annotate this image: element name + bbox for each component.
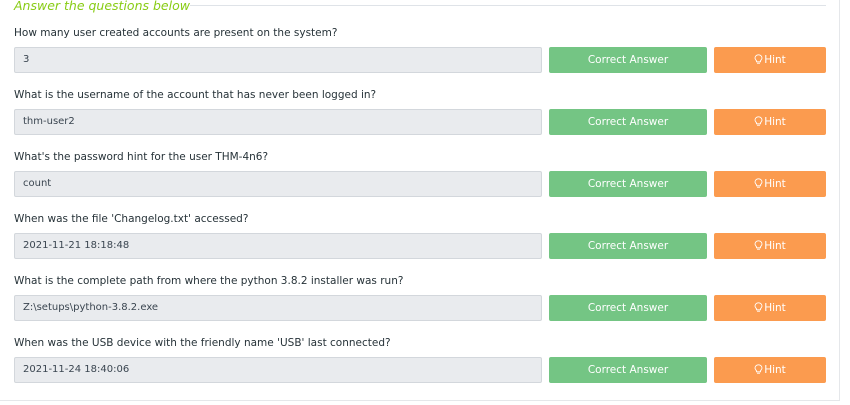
correct-answer-button[interactable]: Correct Answer bbox=[549, 109, 707, 135]
question-text: What is the complete path from where the… bbox=[14, 275, 404, 287]
lightbulb-icon bbox=[754, 178, 763, 188]
hint-button[interactable]: Hint bbox=[714, 171, 826, 197]
answer-field[interactable]: 2021-11-24 18:40:06 bbox=[14, 357, 542, 383]
hint-button[interactable]: Hint bbox=[714, 357, 826, 383]
question-text: When was the file 'Changelog.txt' access… bbox=[14, 213, 249, 225]
question-block: What's the password hint for the user TH… bbox=[14, 149, 826, 197]
question-block: When was the USB device with the friendl… bbox=[14, 335, 826, 383]
question-block: What is the complete path from where the… bbox=[14, 273, 826, 321]
hint-button[interactable]: Hint bbox=[714, 109, 826, 135]
lightbulb-icon bbox=[754, 116, 763, 126]
answer-row: 2021-11-21 18:18:48 Correct Answer Hint bbox=[14, 233, 826, 259]
lightbulb-icon bbox=[754, 54, 763, 64]
answer-row: 3 Correct Answer Hint bbox=[14, 47, 826, 73]
question-text: What's the password hint for the user TH… bbox=[14, 151, 269, 163]
hint-label: Hint bbox=[764, 364, 786, 376]
hint-label: Hint bbox=[764, 178, 786, 190]
hint-label: Hint bbox=[764, 302, 786, 314]
section-divider bbox=[190, 5, 826, 6]
hint-button[interactable]: Hint bbox=[714, 233, 826, 259]
hint-label: Hint bbox=[764, 240, 786, 252]
answer-field[interactable]: thm-user2 bbox=[14, 109, 542, 135]
answer-row: 2021-11-24 18:40:06 Correct Answer Hint bbox=[14, 357, 826, 383]
correct-answer-button[interactable]: Correct Answer bbox=[549, 171, 707, 197]
questions-panel: Answer the questions below How many user… bbox=[0, 0, 840, 401]
question-block: How many user created accounts are prese… bbox=[14, 25, 826, 73]
answer-field[interactable]: Z:\setups\python-3.8.2.exe bbox=[14, 295, 542, 321]
answer-field[interactable]: 3 bbox=[14, 47, 542, 73]
correct-answer-button[interactable]: Correct Answer bbox=[549, 233, 707, 259]
lightbulb-icon bbox=[754, 364, 763, 374]
section-title: Answer the questions below bbox=[14, 0, 196, 13]
question-block: What is the username of the account that… bbox=[14, 87, 826, 135]
section-header: Answer the questions below bbox=[14, 0, 196, 13]
correct-answer-button[interactable]: Correct Answer bbox=[549, 357, 707, 383]
question-text: What is the username of the account that… bbox=[14, 89, 377, 101]
question-text: When was the USB device with the friendl… bbox=[14, 337, 391, 349]
correct-answer-button[interactable]: Correct Answer bbox=[549, 295, 707, 321]
answer-row: thm-user2 Correct Answer Hint bbox=[14, 109, 826, 135]
question-text: How many user created accounts are prese… bbox=[14, 27, 338, 39]
hint-label: Hint bbox=[764, 54, 786, 66]
answer-field[interactable]: 2021-11-21 18:18:48 bbox=[14, 233, 542, 259]
answer-field[interactable]: count bbox=[14, 171, 542, 197]
hint-label: Hint bbox=[764, 116, 786, 128]
answer-row: count Correct Answer Hint bbox=[14, 171, 826, 197]
lightbulb-icon bbox=[754, 240, 763, 250]
answer-row: Z:\setups\python-3.8.2.exe Correct Answe… bbox=[14, 295, 826, 321]
correct-answer-button[interactable]: Correct Answer bbox=[549, 47, 707, 73]
question-block: When was the file 'Changelog.txt' access… bbox=[14, 211, 826, 259]
hint-button[interactable]: Hint bbox=[714, 295, 826, 321]
hint-button[interactable]: Hint bbox=[714, 47, 826, 73]
lightbulb-icon bbox=[754, 302, 763, 312]
